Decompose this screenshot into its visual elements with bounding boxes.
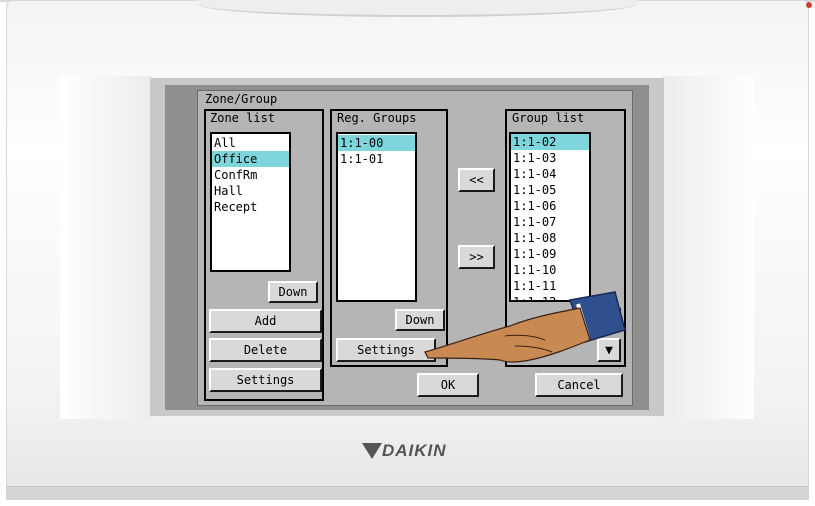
zone-listbox[interactable]: All Office ConfRm Hall Recept xyxy=(210,132,291,272)
delete-button[interactable]: Delete xyxy=(209,338,322,362)
list-item[interactable]: 1:1-09 xyxy=(511,246,589,262)
reg-groups-title: Reg. Groups xyxy=(337,111,417,125)
list-item[interactable]: Recept xyxy=(212,199,289,215)
panel-title: Zone/Group xyxy=(205,92,278,106)
list-item[interactable]: 1:1-05 xyxy=(511,182,589,198)
device-top-notch xyxy=(197,0,637,17)
device-bottom-strip xyxy=(6,486,809,500)
list-item[interactable]: 1:1-07 xyxy=(511,214,589,230)
list-item[interactable]: 1:1-04 xyxy=(511,166,589,182)
list-item[interactable]: 1:1-02 xyxy=(511,134,589,150)
pointing-hand-icon xyxy=(424,291,626,363)
zone-down-button[interactable]: Down xyxy=(268,281,318,303)
daikin-logo-mark-icon xyxy=(362,443,382,459)
group-list-title: Group list xyxy=(512,111,585,125)
group-listbox[interactable]: 1:1-02 1:1-03 1:1-04 1:1-05 1:1-06 1:1-0… xyxy=(509,132,591,302)
list-item[interactable]: Office xyxy=(212,151,289,167)
bezel-left xyxy=(60,76,152,419)
daikin-logo: DAIKIN xyxy=(362,440,462,462)
list-item[interactable]: All xyxy=(212,135,289,151)
list-item[interactable]: Hall xyxy=(212,183,289,199)
list-item[interactable]: 1:1-00 xyxy=(338,135,415,151)
indicator-light xyxy=(806,2,812,8)
move-right-button[interactable]: >> xyxy=(458,245,495,269)
ok-button[interactable]: OK xyxy=(417,373,479,397)
zone-list-title: Zone list xyxy=(210,111,276,125)
cancel-button[interactable]: Cancel xyxy=(535,373,623,397)
add-button[interactable]: Add xyxy=(209,309,322,333)
list-item[interactable]: 1:1-03 xyxy=(511,150,589,166)
brand-name: DAIKIN xyxy=(382,441,447,460)
reg-groups-listbox[interactable]: 1:1-00 1:1-01 xyxy=(336,132,417,302)
list-item[interactable]: 1:1-06 xyxy=(511,198,589,214)
move-left-button[interactable]: << xyxy=(458,168,495,192)
list-item[interactable]: 1:1-01 xyxy=(338,151,415,167)
bezel-right xyxy=(662,76,754,419)
list-item[interactable]: 1:1-10 xyxy=(511,262,589,278)
list-item[interactable]: ConfRm xyxy=(212,167,289,183)
list-item[interactable]: 1:1-08 xyxy=(511,230,589,246)
zone-settings-button[interactable]: Settings xyxy=(209,368,322,392)
